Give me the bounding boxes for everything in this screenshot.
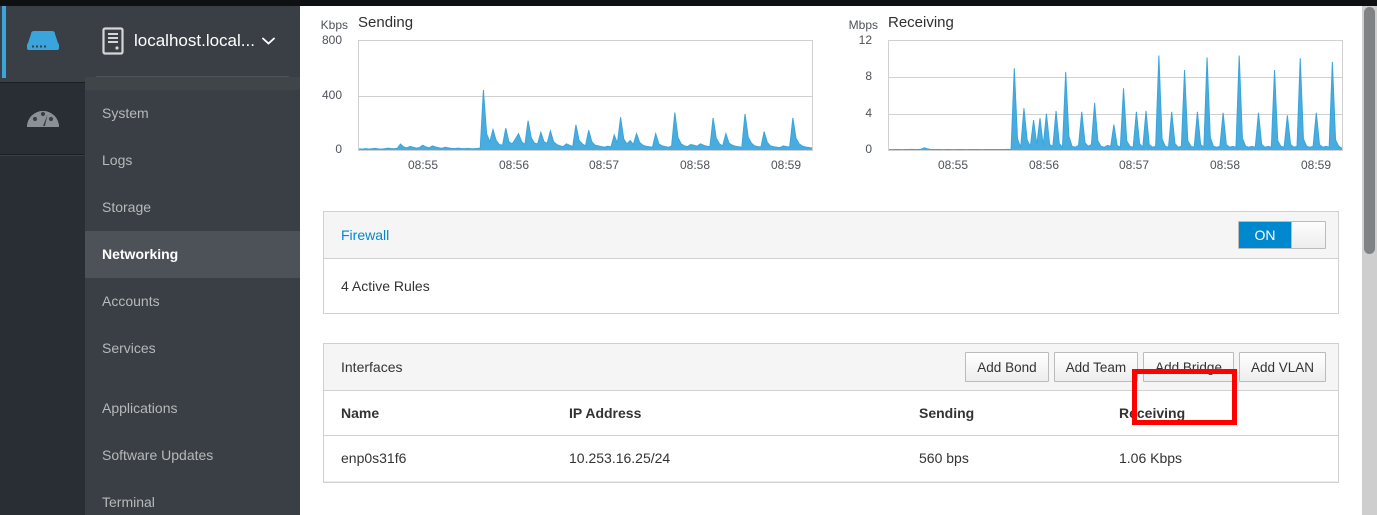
- sidebar-item-terminal[interactable]: Terminal: [85, 479, 300, 515]
- sidebar-item-system[interactable]: System: [85, 90, 300, 137]
- sending-x-axis: 08:55 08:56 08:57 08:58 08:59: [358, 158, 813, 178]
- host-name: localhost.local...: [134, 31, 255, 50]
- table-row[interactable]: enp0s31f6 10.253.16.25/24 560 bps 1.06 K…: [324, 435, 1338, 482]
- chart-series: [889, 55, 1342, 150]
- dashboard-gauge-icon: [26, 104, 60, 133]
- receiving-chart-unit: Mbps: [848, 18, 878, 32]
- firewall-link[interactable]: Firewall: [341, 227, 389, 243]
- chart-series: [359, 90, 812, 150]
- x-tick-label: 08:55: [937, 158, 969, 172]
- nav-top-band: [85, 77, 300, 90]
- receiving-chart-title: Receiving: [888, 14, 954, 31]
- x-tick-label: 08:58: [1209, 158, 1241, 172]
- sidebar-item-accounts[interactable]: Accounts: [85, 278, 300, 325]
- cell-interface-ip: 10.253.16.25/24: [569, 435, 919, 482]
- receiving-plot-wrap: 0 4 8 12: [835, 33, 1355, 156]
- sidebar-item-networking[interactable]: Networking: [85, 231, 300, 278]
- interfaces-table-body: enp0s31f6 10.253.16.25/24 560 bps 1.06 K…: [324, 435, 1338, 482]
- interfaces-title: Interfaces: [341, 359, 403, 375]
- column-header-name: Name: [324, 391, 569, 436]
- firewall-toggle-label: ON: [1239, 222, 1291, 248]
- receiving-y-axis: 0 4 8 12: [835, 33, 879, 156]
- page-scrollbar-thumb[interactable]: [1364, 7, 1375, 254]
- card-spacer: [300, 314, 1362, 343]
- network-charts: Kbps Sending 0 400 800 08:55 08:56 08:57 08:5…: [300, 6, 1362, 211]
- icon-rail: [0, 6, 85, 515]
- server-tower-icon: [102, 27, 124, 55]
- sidebar-item-applications[interactable]: Applications: [85, 385, 300, 432]
- add-vlan-button[interactable]: Add VLAN: [1238, 352, 1326, 382]
- sending-chart-unit: Kbps: [320, 18, 348, 32]
- cockpit-logo[interactable]: [0, 6, 85, 78]
- interfaces-card: Interfaces Add Bond Add Team Add Bridge …: [323, 343, 1339, 483]
- sending-chart-header: Kbps Sending: [305, 6, 825, 40]
- x-tick-label: 08:56: [1028, 158, 1060, 172]
- add-bridge-button[interactable]: Add Bridge: [1143, 352, 1234, 382]
- interfaces-card-header: Interfaces Add Bond Add Team Add Bridge …: [324, 344, 1338, 391]
- firewall-active-rules: 4 Active Rules: [341, 278, 430, 294]
- app-root: localhost.local... System Logs Storage N…: [0, 0, 1377, 515]
- table-header-row: Name IP Address Sending Receiving: [324, 391, 1338, 436]
- chevron-down-icon: [262, 35, 275, 47]
- host-switcher[interactable]: localhost.local...: [85, 6, 300, 76]
- sidebar-item-logs[interactable]: Logs: [85, 137, 300, 184]
- column-header-receiving: Receiving: [1119, 391, 1338, 436]
- add-team-button[interactable]: Add Team: [1053, 352, 1139, 382]
- page-scrollbar[interactable]: [1362, 6, 1377, 515]
- sidebar-nav: localhost.local... System Logs Storage N…: [85, 6, 300, 515]
- x-tick-label: 08:55: [407, 158, 439, 172]
- x-tick-label: 08:57: [588, 158, 620, 172]
- server-icon: [25, 30, 61, 55]
- firewall-card: Firewall ON 4 Active Rules: [323, 211, 1339, 314]
- x-tick-label: 08:59: [1300, 158, 1332, 172]
- y-tick-label: 0: [865, 142, 872, 156]
- sending-chart-title: Sending: [358, 14, 414, 31]
- y-tick-label: 4: [865, 105, 872, 120]
- sending-chart: Kbps Sending 0 400 800 08:55 08:56 08:57 08:5…: [305, 6, 825, 172]
- x-tick-label: 08:57: [1118, 158, 1150, 172]
- sending-plot-wrap: 0 400 800: [305, 33, 825, 156]
- x-tick-label: 08:59: [770, 158, 802, 172]
- nav-list: System Logs Storage Networking Accounts …: [85, 90, 300, 515]
- receiving-chart: Mbps Receiving 0 4 8 12 08:55 08:56 08:57 08:5…: [835, 6, 1355, 172]
- y-tick-label: 12: [858, 33, 872, 47]
- receiving-plot-area: [888, 40, 1343, 151]
- firewall-toggle[interactable]: ON: [1238, 221, 1326, 249]
- y-tick-label: 800: [321, 33, 342, 47]
- sidebar-item-services[interactable]: Services: [85, 325, 300, 372]
- rail-empty-area: [0, 156, 85, 515]
- y-tick-label: 400: [321, 87, 342, 102]
- cell-interface-name: enp0s31f6: [324, 435, 569, 482]
- sending-plot-area: [358, 40, 813, 151]
- x-tick-label: 08:58: [679, 158, 711, 172]
- interfaces-actions: Add Bond Add Team Add Bridge Add VLAN: [960, 352, 1326, 382]
- rail-item-dashboard[interactable]: [0, 82, 85, 155]
- y-tick-label: 0: [335, 142, 342, 156]
- interfaces-table: Name IP Address Sending Receiving enp0s3…: [324, 391, 1338, 482]
- cell-interface-sending: 560 bps: [919, 435, 1119, 482]
- add-bond-button[interactable]: Add Bond: [965, 352, 1049, 382]
- column-header-ip: IP Address: [569, 391, 919, 436]
- sidebar-item-software-updates[interactable]: Software Updates: [85, 432, 300, 479]
- firewall-card-actions: ON: [1238, 221, 1326, 249]
- main-content: Kbps Sending 0 400 800 08:55 08:56 08:57 08:5…: [300, 6, 1362, 515]
- receiving-chart-header: Mbps Receiving: [835, 6, 1355, 40]
- column-header-sending: Sending: [919, 391, 1119, 436]
- sending-y-axis: 0 400 800: [305, 33, 349, 156]
- y-tick-label: 8: [865, 69, 872, 84]
- receiving-x-axis: 08:55 08:56 08:57 08:58 08:59: [888, 158, 1343, 178]
- nav-group-gap: [85, 372, 300, 385]
- interfaces-table-head: Name IP Address Sending Receiving: [324, 391, 1338, 436]
- x-tick-label: 08:56: [498, 158, 530, 172]
- cell-interface-receiving: 1.06 Kbps: [1119, 435, 1338, 482]
- firewall-card-header: Firewall ON: [324, 212, 1338, 259]
- sidebar-item-storage[interactable]: Storage: [85, 184, 300, 231]
- firewall-toggle-knob: [1291, 222, 1325, 248]
